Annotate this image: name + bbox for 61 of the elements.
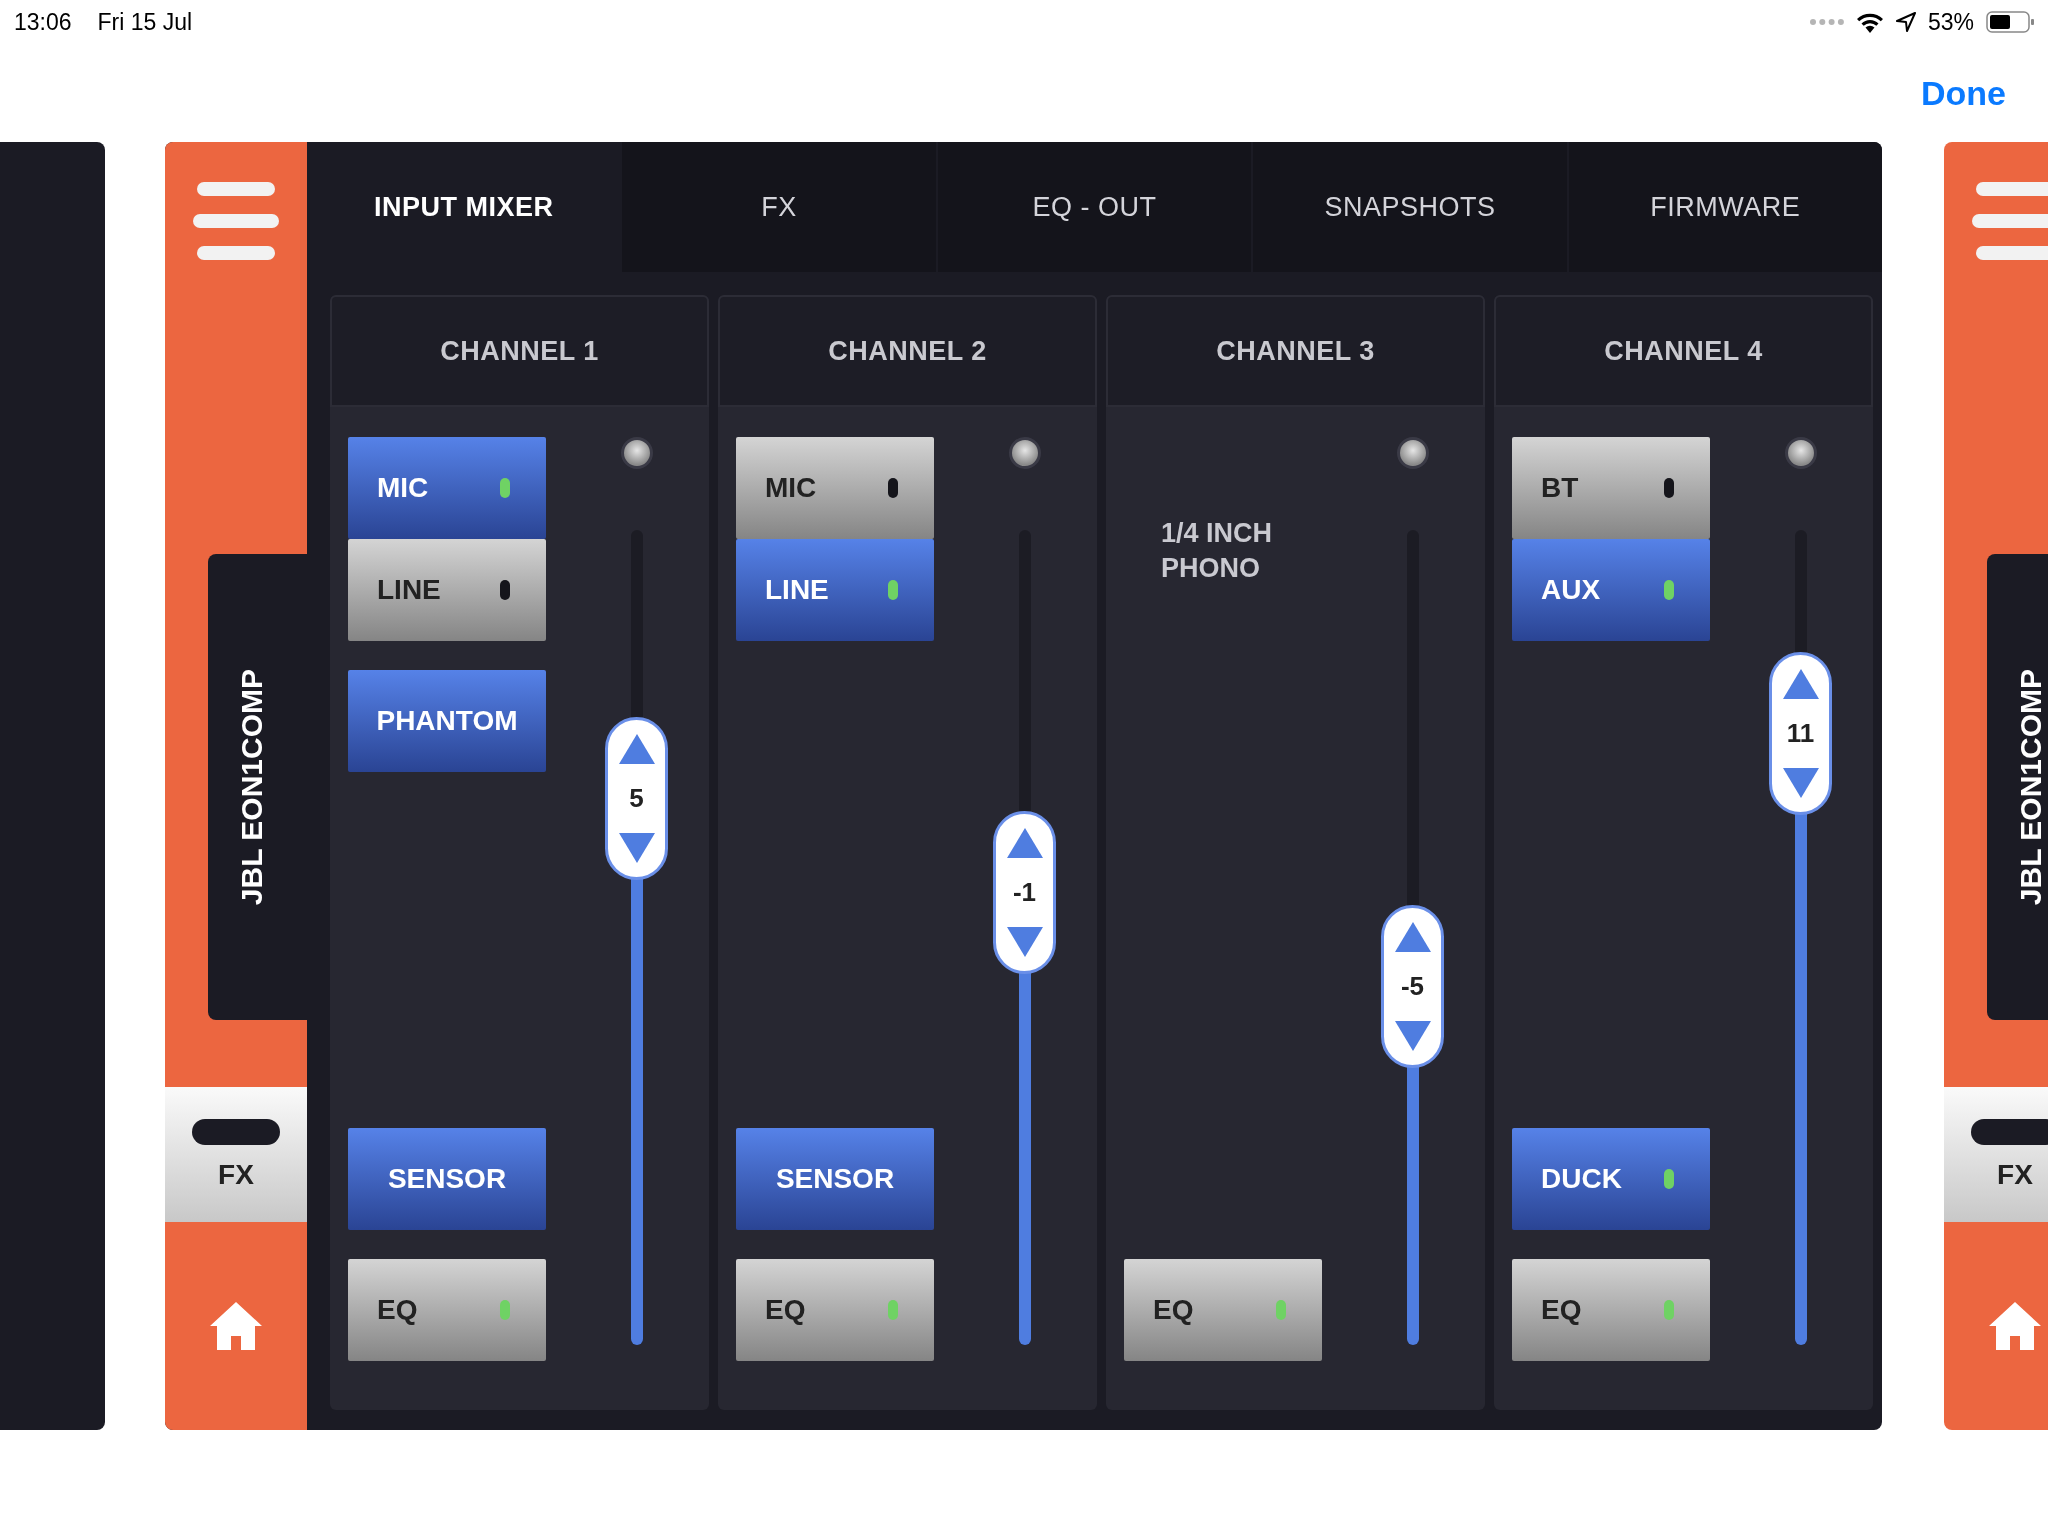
battery-percent: 53% [1927, 8, 1974, 36]
toggle-button[interactable]: PHANTOM [348, 670, 546, 772]
knob-icon[interactable] [620, 437, 653, 469]
channel-header: CHANNEL 3 [1106, 295, 1485, 407]
battery-icon [1986, 11, 2034, 33]
done-button[interactable]: Done [1921, 73, 2006, 113]
toggle-button[interactable]: MIC [348, 437, 546, 539]
toggle-button[interactable]: LINE [348, 539, 546, 641]
pill-icon [192, 1118, 280, 1145]
fader-value: -1 [1012, 877, 1037, 909]
home-icon[interactable] [1989, 1302, 2041, 1350]
fx-button[interactable]: FX [165, 1087, 307, 1222]
tab[interactable]: SNAPSHOTS [1251, 142, 1567, 272]
tab[interactable]: EQ - OUT [935, 142, 1252, 272]
source-label: 1/4 INCH PHONO [1161, 517, 1274, 585]
tab[interactable]: FIRMWARE [1566, 142, 1882, 272]
channel-header: CHANNEL 1 [330, 295, 709, 407]
toggle-button[interactable]: LINE [736, 539, 934, 641]
up-arrow-icon[interactable] [618, 734, 655, 765]
menu-icon[interactable] [193, 182, 279, 260]
toggle-button[interactable]: EQ [1124, 1259, 1322, 1361]
up-arrow-icon[interactable] [1782, 669, 1819, 700]
signal-dots-icon [1809, 19, 1844, 25]
up-arrow-icon[interactable] [1394, 921, 1431, 952]
toggle-button[interactable]: MIC [736, 437, 934, 539]
home-icon[interactable] [210, 1302, 262, 1350]
toggle-button[interactable]: SENSOR [736, 1128, 934, 1230]
status-time: 13:06 [14, 8, 72, 36]
wifi-icon [1855, 11, 1884, 33]
down-arrow-icon[interactable] [1782, 768, 1819, 799]
knob-icon[interactable] [1396, 437, 1429, 469]
fader-thumb[interactable]: 11 [1769, 652, 1832, 816]
toggle-button[interactable]: EQ [1512, 1259, 1710, 1361]
up-arrow-icon[interactable] [1006, 828, 1043, 859]
location-arrow-icon [1895, 12, 1916, 32]
fx-button[interactable]: FX [1944, 1087, 2048, 1222]
device-name: JBL EON1COMP [237, 668, 267, 906]
fader-thumb[interactable]: 5 [605, 717, 668, 881]
toggle-button[interactable]: DUCK [1512, 1128, 1710, 1230]
down-arrow-icon[interactable] [1394, 1020, 1431, 1051]
fader-value: 5 [629, 783, 644, 815]
channel-header: CHANNEL 4 [1494, 295, 1873, 407]
toggle-button[interactable]: AUX [1512, 539, 1710, 641]
fader-thumb[interactable]: -5 [1381, 904, 1444, 1068]
tab[interactable]: FX [620, 142, 936, 272]
down-arrow-icon[interactable] [618, 833, 655, 864]
toggle-button[interactable]: EQ [348, 1259, 546, 1361]
status-date: Fri 15 Jul [97, 8, 193, 36]
channel-header: CHANNEL 2 [718, 295, 1097, 407]
toggle-button[interactable]: BT [1512, 437, 1710, 539]
knob-icon[interactable] [1008, 437, 1041, 469]
menu-icon[interactable] [1972, 182, 2048, 260]
fader-value: 11 [1786, 718, 1815, 750]
device-name: JBL EON1COMP [2016, 668, 2046, 906]
toggle-button[interactable]: EQ [736, 1259, 934, 1361]
down-arrow-icon[interactable] [1006, 927, 1043, 958]
knob-icon[interactable] [1784, 437, 1817, 469]
fader-thumb[interactable]: -1 [993, 811, 1056, 975]
toggle-button[interactable]: SENSOR [348, 1128, 546, 1230]
pill-icon [1971, 1118, 2048, 1145]
fader-value: -5 [1400, 970, 1425, 1002]
